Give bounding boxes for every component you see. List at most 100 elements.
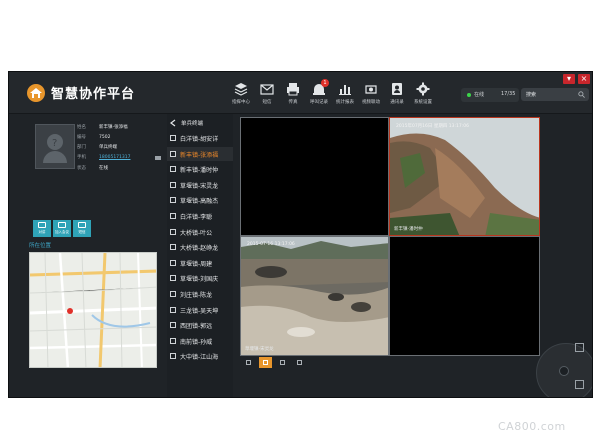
close-button[interactable]: × — [578, 74, 590, 84]
toolbar-label: 呼叫记录 — [310, 100, 328, 105]
video-caption: 草堰镇-宋灵龙 — [245, 347, 274, 352]
list-item-label: 草堰镇-高融杰 — [180, 198, 219, 206]
gear-icon — [416, 82, 430, 96]
video-cell-2[interactable]: 2015年07月16日 星期四 13:17:06 新丰镇-潘时仲 — [389, 117, 540, 236]
watermark: CA800.com — [498, 420, 566, 433]
list-item-label: 白洋镇-李聪 — [180, 214, 213, 221]
toolbar-command-center[interactable]: 指挥中心 — [228, 80, 254, 110]
back-arrow-icon[interactable] — [169, 119, 177, 127]
terminal-list-panel: 单兵终端 白洋镇-胡安详 新丰镇-张添福 新丰镇-潘时仲 草堰镇-宋灵龙草堰镇-高融杰… — [167, 114, 233, 397]
profile-card: ? 姓名 新丰镇-张添福 编号 7502 部门 单兵终端 手机 18005171317 … — [29, 114, 161, 209]
bar-chart-icon — [339, 85, 351, 95]
window-controls: ▾ × — [563, 74, 590, 84]
list-item-label: 草堰镇-周建 — [180, 260, 213, 268]
list-item-label: 草堰镇-刘国庆 — [180, 276, 219, 284]
terminal-icon — [170, 181, 176, 188]
layers-icon — [234, 83, 248, 96]
status-count: 17/35 — [501, 91, 516, 97]
layout-3x3-button[interactable] — [276, 357, 289, 368]
video-caption: 新丰镇-潘时仲 — [394, 227, 423, 232]
list-item[interactable]: 草堰镇-刘国庆 — [167, 271, 233, 285]
contact-icon — [392, 83, 402, 95]
profile-id: 7502 — [99, 135, 111, 140]
list-item[interactable]: 三龙镇-吴天坤 — [167, 303, 233, 317]
toolbar-label: 传真 — [288, 100, 298, 105]
grid-16-icon — [297, 360, 302, 365]
list-item[interactable]: 南前镇-孙威 — [167, 334, 233, 348]
terminal-icon — [170, 244, 176, 251]
terminal-icon — [170, 306, 176, 313]
online-status: 在线 17/35 — [461, 88, 519, 102]
intercom-button[interactable]: 对讲 — [33, 220, 51, 237]
list-item[interactable]: 新丰镇-张添福 — [167, 146, 233, 161]
intercom-icon — [38, 222, 46, 228]
list-item[interactable]: 草堰镇-周建 — [167, 256, 233, 270]
toolbar-video-link[interactable]: 视频联动 — [358, 80, 384, 110]
list-item[interactable]: 草堰镇-宋灵龙 — [167, 178, 233, 192]
layout-1x1-button[interactable] — [242, 357, 255, 368]
location-map[interactable] — [29, 252, 157, 368]
toolbar-reports[interactable]: 统计报表 — [332, 80, 358, 110]
list-item-label: 西团镇-郭远 — [180, 323, 213, 331]
list-item[interactable]: 新丰镇-潘时仲 — [167, 162, 233, 176]
sms-button[interactable]: 短信 — [73, 220, 91, 237]
record-icon[interactable] — [575, 380, 584, 389]
profile-phone-link[interactable]: 18005171317 — [99, 155, 131, 160]
toolbar-label: 统计报表 — [336, 100, 354, 105]
terminal-icon — [170, 275, 176, 282]
video-cell-3[interactable]: 2015-07-16 13:17:06 草堰镇-宋灵龙 — [240, 236, 389, 356]
list-header: 单兵终端 — [167, 117, 233, 129]
notification-badge: 1 — [321, 79, 329, 87]
profile-status: 在线 — [99, 166, 108, 171]
action-buttons: 对讲 加入会议 短信 — [33, 220, 91, 237]
list-item[interactable]: 西团镇-郭远 — [167, 318, 233, 332]
toolbar-settings[interactable]: 系统设置 — [410, 80, 436, 110]
app-window: 智慧协作平台 指挥中心 短信 传真 1 呼叫记录 统计报表 视频联动 通讯录 系… — [8, 71, 593, 398]
layout-2x2-button[interactable] — [259, 357, 272, 368]
list-item[interactable]: 大桥镇-叶公 — [167, 225, 233, 239]
ptz-center-button[interactable] — [559, 366, 569, 376]
toolbar-call-log[interactable]: 1 呼叫记录 — [306, 79, 332, 110]
video-timestamp: 2015-07-16 13:17:06 — [247, 242, 295, 247]
terminal-icon — [170, 228, 176, 235]
profile-name: 新丰镇-张添福 — [99, 125, 128, 130]
meeting-icon — [58, 222, 66, 228]
list-item[interactable]: 白洋镇-胡安详 — [167, 131, 233, 145]
user-panel: ? 姓名 新丰镇-张添福 编号 7502 部门 单兵终端 手机 18005171317 … — [27, 114, 161, 397]
terminal-icon — [170, 166, 176, 173]
online-dot-icon — [467, 93, 471, 97]
layout-4x4-button[interactable] — [293, 357, 306, 368]
list-item-label: 大桥镇-叶公 — [180, 229, 213, 237]
terminal-icon — [170, 337, 176, 344]
list-item[interactable]: 草堰镇-高融杰 — [167, 193, 233, 207]
list-item-label: 南前镇-孙威 — [180, 338, 213, 346]
search-icon[interactable] — [578, 91, 585, 98]
list-item[interactable]: 白洋镇-李聪 — [167, 209, 233, 223]
snapshot-icon[interactable] — [575, 343, 584, 352]
profile-dept: 单兵终端 — [99, 145, 117, 150]
phone-icon[interactable] — [155, 156, 161, 160]
toolbar-contacts[interactable]: 通讯录 — [384, 80, 410, 110]
video-cell-4[interactable] — [389, 236, 540, 356]
list-item[interactable]: 大中镇-江山海 — [167, 349, 233, 363]
video-cell-1[interactable] — [240, 117, 389, 236]
join-meeting-button[interactable]: 加入会议 — [53, 220, 71, 237]
list-item[interactable]: 刘庄镇-陈龙 — [167, 287, 233, 301]
toolbar-label: 通讯录 — [390, 100, 404, 105]
user-placeholder-icon: ? — [43, 134, 67, 163]
status-label: 在线 — [474, 92, 485, 98]
list-item-label: 三龙镇-吴天坤 — [180, 307, 219, 315]
list-item[interactable]: 大桥镇-赵峥龙 — [167, 240, 233, 254]
app-title: 智慧协作平台 — [51, 87, 136, 102]
message-icon — [78, 222, 86, 228]
terminal-icon — [170, 322, 176, 329]
profile-dept-row: 部门 单兵终端 — [77, 145, 117, 150]
ptz-control[interactable] — [536, 343, 592, 397]
toolbar-sms[interactable]: 短信 — [254, 80, 280, 110]
avatar: ? — [35, 124, 75, 169]
toolbar-label: 指挥中心 — [232, 100, 250, 105]
toolbar-fax[interactable]: 传真 — [280, 80, 306, 110]
minimize-button[interactable]: ▾ — [563, 74, 575, 84]
terminal-icon — [170, 353, 176, 360]
search-input[interactable] — [526, 90, 574, 99]
